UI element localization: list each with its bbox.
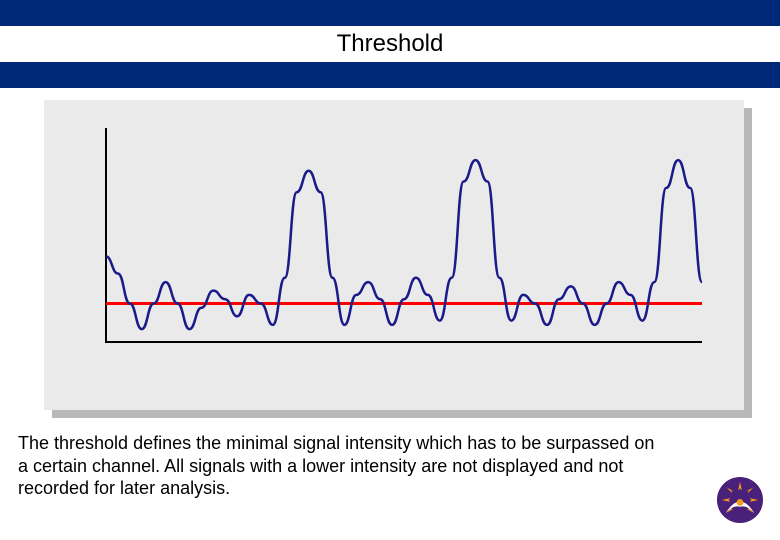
- chart-panel: [44, 100, 744, 410]
- description-text: The threshold defines the minimal signal…: [18, 432, 668, 500]
- logo-icon: [716, 476, 764, 524]
- signal-chart: [44, 100, 744, 410]
- slide: Threshold The threshold defines the mini…: [0, 0, 780, 540]
- slide-title: Threshold: [0, 26, 780, 62]
- title-bar: Threshold: [0, 0, 780, 88]
- chart-svg: [44, 100, 744, 410]
